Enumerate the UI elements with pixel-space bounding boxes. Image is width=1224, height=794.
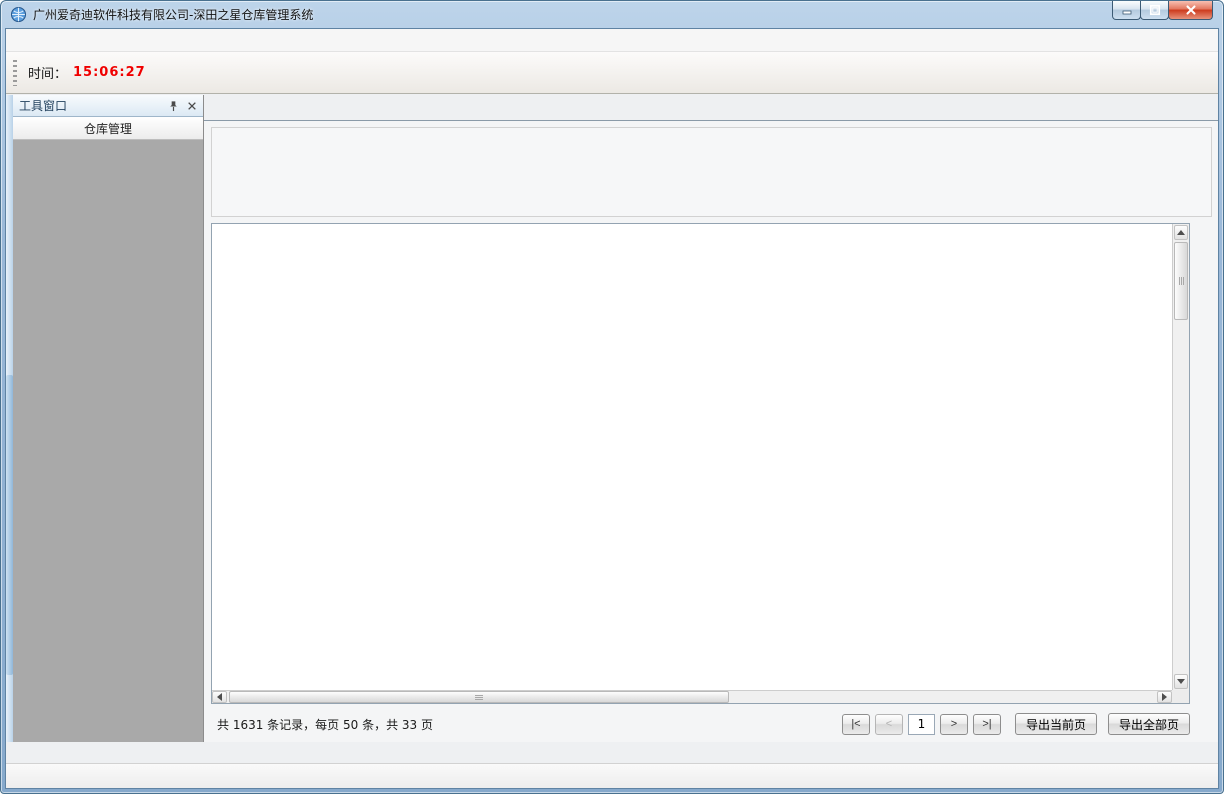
menu-bar [6, 29, 1218, 52]
last-page-button[interactable]: >| [973, 714, 1001, 735]
vertical-scroll-thumb[interactable] [1174, 242, 1188, 320]
tool-window-title: 工具窗口 [19, 97, 67, 114]
scroll-left-icon[interactable] [212, 691, 227, 703]
toolbar-grip[interactable] [13, 60, 17, 86]
title-bar[interactable]: 广州爱奇迪软件科技有限公司-深田之星仓库管理系统 [1, 1, 1223, 28]
export-all-pages-button[interactable]: 导出全部页 [1108, 713, 1190, 735]
search-panel [211, 127, 1212, 217]
scrollbar-corner [1172, 690, 1189, 703]
sidebar-nav [13, 140, 203, 742]
scroll-down-icon[interactable] [1174, 674, 1188, 689]
data-grid [211, 223, 1190, 704]
scroll-up-icon[interactable] [1174, 225, 1188, 240]
window-controls [1113, 1, 1213, 20]
app-logo-icon [10, 6, 27, 23]
sidebar-scrollbar-thumb[interactable] [6, 375, 13, 675]
first-page-button[interactable]: |< [842, 714, 870, 735]
scroll-right-icon[interactable] [1157, 691, 1172, 703]
sidebar-group-warehouse[interactable]: 仓库管理 [13, 117, 203, 140]
sidebar-scrollbar[interactable] [6, 95, 13, 742]
vertical-scrollbar[interactable] [1172, 224, 1189, 690]
content-area: 共 1631 条记录，每页 50 条，共 33 页 |< < > >| 导出当前… [204, 120, 1218, 742]
maximize-button[interactable] [1140, 1, 1169, 20]
tool-window-panel: 工具窗口 仓库管理 [13, 95, 204, 742]
status-bar [6, 763, 1218, 788]
time-display: 时间： 15:06:27 [28, 63, 146, 82]
toolbar: 时间： 15:06:27 [6, 52, 1218, 94]
prev-page-button[interactable]: < [875, 714, 903, 735]
grid-viewport [212, 224, 1172, 690]
horizontal-scrollbar[interactable] [212, 690, 1172, 703]
app-window: 广州爱奇迪软件科技有限公司-深田之星仓库管理系统 时间： 15:06:27 工具… [0, 0, 1224, 794]
main-area: 共 1631 条记录，每页 50 条，共 33 页 |< < > >| 导出当前… [204, 95, 1218, 742]
pagination-bar: 共 1631 条记录，每页 50 条，共 33 页 |< < > >| 导出当前… [211, 710, 1190, 738]
tab-bar [204, 95, 1218, 120]
pagination-controls: |< < > >| 导出当前页 导出全部页 [842, 713, 1190, 735]
workspace: 工具窗口 仓库管理 [6, 95, 1218, 742]
pin-icon[interactable] [168, 100, 179, 112]
close-icon[interactable] [187, 101, 197, 111]
close-icon[interactable] [1168, 1, 1213, 20]
next-page-button[interactable]: > [940, 714, 968, 735]
window-title: 广州爱奇迪软件科技有限公司-深田之星仓库管理系统 [33, 6, 313, 23]
minimize-button[interactable] [1112, 1, 1141, 20]
page-number-input[interactable] [908, 714, 935, 735]
time-value: 15:06:27 [73, 65, 146, 80]
record-summary: 共 1631 条记录，每页 50 条，共 33 页 [217, 716, 433, 733]
export-current-page-button[interactable]: 导出当前页 [1015, 713, 1097, 735]
time-label: 时间： [28, 63, 67, 82]
tool-window-header: 工具窗口 [13, 95, 203, 117]
horizontal-scroll-thumb[interactable] [229, 691, 729, 703]
app-client-area: 时间： 15:06:27 工具窗口 仓库管理 [5, 28, 1219, 789]
